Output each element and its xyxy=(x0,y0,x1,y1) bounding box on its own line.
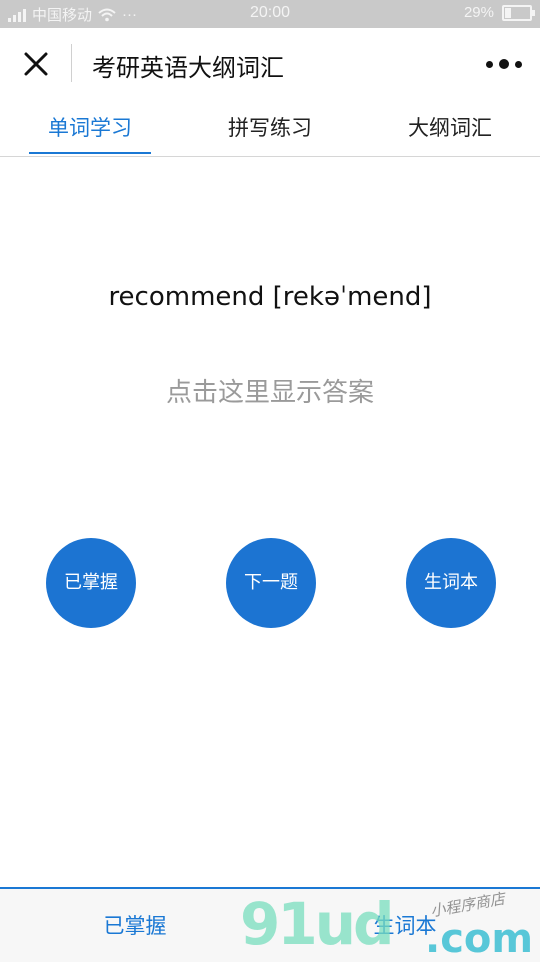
close-button[interactable] xyxy=(20,48,52,80)
status-bar: 中国移动 ··· 20:00 29% xyxy=(0,0,540,28)
status-time: 20:00 xyxy=(249,4,291,21)
vocab-book-button[interactable]: 生词本 xyxy=(406,538,496,628)
nav-divider xyxy=(71,44,72,82)
battery-icon xyxy=(502,4,535,21)
next-question-button[interactable]: 下一题 xyxy=(226,538,316,628)
bottom-mastered-link[interactable]: 已掌握 xyxy=(0,889,270,962)
tab-word-study[interactable]: 单词学习 xyxy=(0,98,180,156)
tab-spelling-practice[interactable]: 拼写练习 xyxy=(180,98,360,156)
mastered-button[interactable]: 已掌握 xyxy=(46,538,136,628)
tab-bar: 单词学习 拼写练习 大纲词汇 xyxy=(0,98,540,157)
battery-percent: 29% xyxy=(463,4,494,21)
word-with-phonetic: recommend [rekəˈmend] xyxy=(108,282,432,312)
page-title: 考研英语大纲词汇 xyxy=(92,54,284,82)
active-tab-indicator xyxy=(29,152,151,154)
more-dot xyxy=(499,59,509,69)
more-button[interactable] xyxy=(486,54,522,74)
bottom-bar: 已掌握 生词本 xyxy=(0,887,540,962)
more-dot xyxy=(515,60,522,68)
reveal-answer-link[interactable]: 点击这里显示答案 xyxy=(0,372,540,409)
tab-syllabus-vocab[interactable]: 大纲词汇 xyxy=(360,98,540,156)
status-bar-right: 29% xyxy=(463,4,535,21)
more-dot xyxy=(486,60,493,68)
close-icon xyxy=(24,52,48,76)
bottom-vocab-book-link[interactable]: 生词本 xyxy=(270,889,540,962)
nav-bar: 考研英语大纲词汇 xyxy=(0,28,540,98)
